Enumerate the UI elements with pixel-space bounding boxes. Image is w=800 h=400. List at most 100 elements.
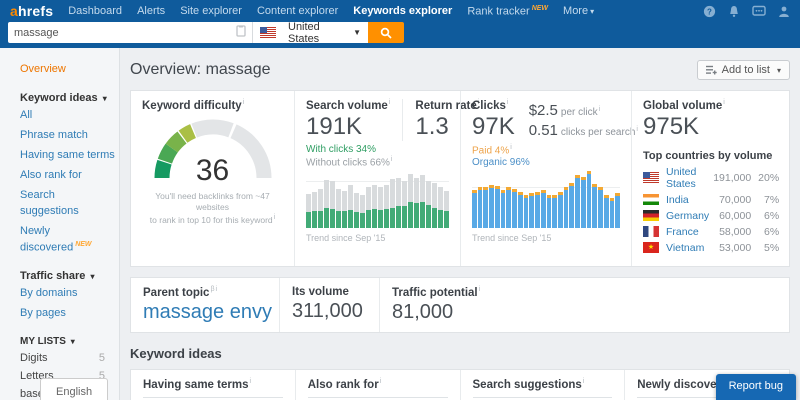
country-percent: 5% bbox=[751, 242, 779, 254]
country-row: France58,0006% bbox=[643, 226, 779, 238]
sidebar-item-by-pages[interactable]: By pages bbox=[0, 304, 119, 324]
its-volume-value: 311,000 bbox=[292, 300, 367, 323]
language-button[interactable]: English bbox=[40, 378, 108, 400]
country-name[interactable]: Germany bbox=[666, 210, 709, 222]
trend-bar bbox=[472, 190, 477, 229]
nav-item-alerts[interactable]: Alerts bbox=[137, 5, 165, 18]
new-badge: NEW bbox=[532, 5, 548, 12]
chevron-down-icon: ▼ bbox=[353, 28, 361, 37]
paste-icon[interactable] bbox=[236, 25, 246, 40]
trend-bar bbox=[390, 179, 395, 228]
sidebar-item-all[interactable]: All bbox=[0, 106, 119, 126]
search-volume-title: Search volume bbox=[306, 100, 388, 112]
nav-item-rank-tracker[interactable]: Rank trackerNEW bbox=[467, 5, 548, 18]
trend-bar bbox=[541, 190, 546, 229]
trend-bar bbox=[342, 191, 347, 229]
trend-bar bbox=[432, 183, 437, 228]
organic-label: Organic 96% bbox=[472, 157, 620, 168]
main-content: Overview: massage Add to list ▾ Keyword … bbox=[120, 48, 800, 400]
help-icon[interactable]: ? bbox=[703, 5, 716, 18]
trend-bar bbox=[615, 193, 620, 228]
sidebar-item-also-rank-for[interactable]: Also rank for bbox=[0, 166, 119, 186]
clicks-per-search: 0.51clicks per searchi bbox=[529, 122, 638, 139]
vn-flag-icon bbox=[643, 242, 659, 253]
country-volume: 70,000 bbox=[709, 194, 751, 206]
country-select[interactable]: United States ▼ bbox=[252, 22, 368, 43]
nav-item-keywords-explorer[interactable]: Keywords explorer bbox=[353, 5, 452, 18]
trend-bar bbox=[330, 181, 335, 228]
trend-bar bbox=[501, 190, 506, 229]
trend-bar bbox=[384, 185, 389, 228]
sidebar-item-search-suggestions[interactable]: Search suggestions bbox=[0, 186, 119, 222]
sidebar-header-traffic-share[interactable]: Traffic share ▾ bbox=[0, 268, 119, 284]
sidebar-item-by-domains[interactable]: By domains bbox=[0, 284, 119, 304]
country-name[interactable]: United States bbox=[666, 166, 709, 190]
country-name[interactable]: Vietnam bbox=[666, 242, 709, 254]
search-volume-card: Search volumei 191K Return ratei 1.3 Wit… bbox=[294, 91, 460, 266]
fr-flag-icon bbox=[643, 226, 659, 237]
trend-bar bbox=[378, 187, 383, 228]
my-list-item[interactable]: Digits5 bbox=[0, 349, 119, 367]
trend-bar bbox=[354, 193, 359, 228]
add-to-list-button[interactable]: Add to list ▾ bbox=[697, 60, 790, 80]
parent-topic-value[interactable]: massage envy bbox=[143, 301, 267, 324]
keyword-ideas-column: Search suggestionsimassage envy311,000ma… bbox=[460, 370, 625, 400]
sidebar-item-having-same-terms[interactable]: Having same terms bbox=[0, 146, 119, 166]
country-row: Vietnam53,0005% bbox=[643, 242, 779, 254]
its-volume-card: Its volume 311,000 bbox=[279, 278, 379, 332]
trend-bar bbox=[336, 189, 341, 228]
trend-bar bbox=[489, 185, 494, 228]
trend-bar bbox=[366, 187, 371, 228]
search-volume-value: 191K bbox=[306, 113, 390, 141]
trend-bar bbox=[324, 180, 329, 228]
nav-item-dashboard[interactable]: Dashboard bbox=[68, 5, 122, 18]
my-lists-header[interactable]: MY LISTS ▾ bbox=[0, 334, 119, 349]
metrics-band: Keyword difficultyi 36 You'll need backl… bbox=[130, 90, 790, 267]
search-button[interactable] bbox=[368, 22, 404, 43]
sidebar-header-keyword-ideas[interactable]: Keyword ideas ▾ bbox=[0, 90, 119, 106]
country-name[interactable]: France bbox=[666, 226, 709, 238]
search-query[interactable]: massage bbox=[14, 27, 236, 39]
country-name[interactable]: India bbox=[666, 194, 709, 206]
trend-bar bbox=[426, 181, 431, 228]
trend-bar bbox=[575, 175, 580, 229]
country-percent: 6% bbox=[751, 226, 779, 238]
global-volume-card: Global volumei 975K Top countries by vol… bbox=[631, 91, 790, 266]
search-volume-trend-chart bbox=[306, 174, 449, 228]
country-volume: 191,000 bbox=[709, 172, 751, 184]
global-volume-title: Global volume bbox=[643, 100, 722, 112]
user-icon[interactable] bbox=[778, 5, 790, 18]
nav-right-icons: ? bbox=[703, 5, 790, 18]
keyword-ideas-band: Having same termsimassage envy311,000mas… bbox=[130, 369, 790, 400]
trend-bar bbox=[604, 195, 609, 228]
difficulty-note: You'll need backlinks from ~47 websites … bbox=[142, 191, 283, 226]
report-bug-button[interactable]: Report bug bbox=[716, 374, 796, 400]
keyword-search-input[interactable]: massage bbox=[8, 22, 252, 43]
trend-bar bbox=[569, 183, 574, 228]
nav-item-content-explorer[interactable]: Content explorer bbox=[257, 5, 338, 18]
clicks-value: 97K bbox=[472, 113, 515, 141]
trend-bar bbox=[312, 192, 317, 228]
paid-label: Paid 4%i bbox=[472, 144, 620, 156]
country-label: United States bbox=[288, 21, 348, 45]
sidebar-item-newly-discovered[interactable]: Newly discoveredNEW bbox=[0, 222, 119, 259]
ahrefs-logo[interactable]: ahrefs bbox=[10, 3, 53, 19]
column-header-having-same-terms: Having same termsi bbox=[143, 378, 283, 399]
with-clicks-label: With clicks 34% bbox=[306, 144, 449, 155]
country-row: India70,0007% bbox=[643, 194, 779, 206]
chat-icon[interactable] bbox=[752, 5, 766, 18]
top-countries-header: Top countries by volume bbox=[643, 150, 779, 162]
search-volume-trend-label: Trend since Sep '15 bbox=[306, 233, 449, 243]
bell-icon[interactable] bbox=[728, 5, 740, 18]
trend-bar bbox=[564, 187, 569, 229]
nav-item-more[interactable]: More▾ bbox=[563, 5, 594, 18]
sidebar-item-phrase-match[interactable]: Phrase match bbox=[0, 126, 119, 146]
new-badge: NEW bbox=[75, 241, 91, 248]
sidebar-item-overview[interactable]: Overview bbox=[0, 60, 119, 80]
nav-item-site-explorer[interactable]: Site explorer bbox=[180, 5, 242, 18]
clicks-trend-label: Trend since Sep '15 bbox=[472, 233, 620, 243]
keyword-ideas-title: Keyword ideas bbox=[130, 346, 790, 361]
country-percent: 7% bbox=[751, 194, 779, 206]
trend-bar bbox=[306, 194, 311, 228]
traffic-potential-card: Traffic potentiali 81,000 bbox=[379, 278, 492, 332]
